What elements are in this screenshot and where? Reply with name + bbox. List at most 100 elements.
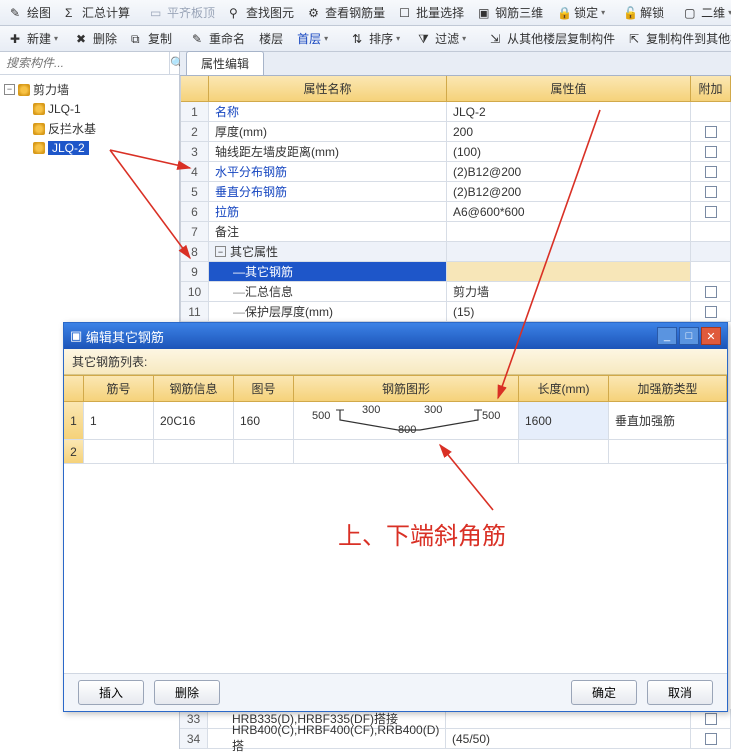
item-icon	[33, 142, 45, 154]
search-input[interactable]	[0, 52, 169, 74]
sort-icon: ⇅	[352, 32, 366, 46]
table-row[interactable]: 1名称JLQ-2	[181, 102, 731, 122]
tb-sumcalc[interactable]: Σ汇总计算	[59, 2, 136, 23]
app-icon: ▣	[70, 328, 82, 344]
tb-flattop[interactable]: ▭平齐板顶	[144, 2, 221, 23]
select-icon: ☐	[399, 6, 413, 20]
search-icon: ⚲	[229, 6, 243, 20]
tb-viewrebar[interactable]: ⚙查看钢筋量	[302, 2, 391, 23]
col-value: 属性值	[447, 76, 691, 101]
checkbox[interactable]	[705, 186, 717, 198]
new-icon: ✚	[10, 32, 24, 46]
close-button[interactable]: ✕	[701, 327, 721, 345]
tree-item-label: JLQ-2	[48, 141, 89, 155]
table-row[interactable]: 9— 其它钢筋	[181, 262, 731, 282]
dialog-grid-row[interactable]: 2	[64, 440, 727, 464]
rebar-shape-cell: 500 300 300 500 800	[294, 402, 519, 439]
tree-item-label: 反拦水基	[48, 120, 96, 137]
tb-copy[interactable]: ⧉复制	[125, 28, 178, 49]
tree-item-selected[interactable]: JLQ-2	[0, 139, 179, 157]
table-row[interactable]: 7备注	[181, 222, 731, 242]
minimize-button[interactable]: _	[657, 327, 677, 345]
checkbox[interactable]	[705, 166, 717, 178]
tree-item[interactable]: JLQ-1	[0, 100, 179, 118]
dialog-title: 编辑其它钢筋	[86, 327, 164, 346]
checkbox[interactable]	[705, 126, 717, 138]
tree-root[interactable]: − 剪力墙	[0, 79, 179, 100]
copy-icon: ⧉	[131, 32, 145, 46]
tb-filter[interactable]: ⧩过滤▾	[412, 28, 476, 49]
table-row[interactable]: 3轴线距左墙皮距离(mm)(100)	[181, 142, 731, 162]
tb-batchsel[interactable]: ☐批量选择	[393, 2, 470, 23]
tabstrip: 属性编辑	[180, 52, 731, 76]
component-tree: − 剪力墙 JLQ-1 反拦水基 JLQ-2	[0, 75, 179, 161]
lock-icon: 🔒	[557, 6, 571, 20]
tb-rebar3d[interactable]: ▣钢筋三维	[472, 2, 549, 23]
copyfrom-icon: ⇲	[490, 32, 504, 46]
tree-item-label: JLQ-1	[48, 102, 81, 116]
delete-icon: ✖	[76, 32, 90, 46]
checkbox[interactable]	[705, 306, 717, 318]
tb-new[interactable]: ✚新建▾	[4, 28, 68, 49]
col-extra: 附加	[691, 76, 731, 101]
table-row[interactable]: 4水平分布钢筋(2)B12@200	[181, 162, 731, 182]
tb-rename[interactable]: ✎重命名	[186, 28, 251, 49]
ok-button[interactable]: 确定	[571, 680, 637, 705]
pencil-icon: ✎	[10, 6, 24, 20]
cancel-button[interactable]: 取消	[647, 680, 713, 705]
filter-icon: ⧩	[418, 32, 432, 46]
checkbox[interactable]	[705, 146, 717, 158]
table-row[interactable]: 8−其它属性	[181, 242, 731, 262]
rebar-icon: ⚙	[308, 6, 322, 20]
tb-draw[interactable]: ✎绘图	[4, 2, 57, 23]
tb-2d[interactable]: ▢二维▾	[678, 2, 731, 23]
table-row[interactable]: 34 HRB400(C),HRBF400(CF),RRB400(D)搭 (45/…	[180, 729, 731, 749]
rename-icon: ✎	[192, 32, 206, 46]
tb-delete[interactable]: ✖删除	[70, 28, 123, 49]
checkbox[interactable]	[705, 733, 717, 745]
property-grid-header: 属性名称 属性值 附加	[181, 76, 731, 102]
copyto-icon: ⇱	[629, 32, 643, 46]
bottom-rows: 33 HRB335(D),HRBF335(DF)搭接 34 HRB400(C),…	[180, 709, 731, 749]
tree-item[interactable]: 反拦水基	[0, 118, 179, 139]
toolbar-top: ✎绘图 Σ汇总计算 ▭平齐板顶 ⚲查找图元 ⚙查看钢筋量 ☐批量选择 ▣钢筋三维…	[0, 0, 731, 26]
flat-icon: ▭	[150, 6, 164, 20]
search-bar: 🔍	[0, 52, 179, 75]
dialog-grid-header: 筋号 钢筋信息 图号 钢筋图形 长度(mm) 加强筋类型	[64, 375, 727, 402]
property-grid: 属性名称 属性值 附加 1名称JLQ-22厚度(mm)2003轴线距左墙皮距离(…	[180, 76, 731, 322]
table-row[interactable]: 11— 保护层厚度(mm)(15)	[181, 302, 731, 322]
maximize-button[interactable]: □	[679, 327, 699, 345]
insert-button[interactable]: 插入	[78, 680, 144, 705]
delete-button[interactable]: 删除	[154, 680, 220, 705]
toolbar-second: ✚新建▾ ✖删除 ⧉复制 ✎重命名 楼层 首层 ▾ ⇅排序▾ ⧩过滤▾ ⇲从其他…	[0, 26, 731, 52]
checkbox[interactable]	[705, 206, 717, 218]
tb-findent[interactable]: ⚲查找图元	[223, 2, 300, 23]
tb-unlock[interactable]: 🔓解锁	[617, 2, 670, 23]
tb-floor-label: 楼层	[253, 28, 289, 49]
col-name: 属性名称	[209, 76, 447, 101]
dialog-footer: 插入 删除 确定 取消	[64, 673, 727, 711]
tb-sort[interactable]: ⇅排序▾	[346, 28, 410, 49]
checkbox[interactable]	[705, 713, 717, 725]
dialog-subtitle: 其它钢筋列表:	[64, 349, 727, 375]
folder-icon	[18, 84, 30, 96]
dialog-grid-row[interactable]: 1 1 20C16 160 500 300 300 500 800 1600 垂	[64, 402, 727, 440]
item-icon	[33, 103, 45, 115]
table-row[interactable]: 5垂直分布钢筋(2)B12@200	[181, 182, 731, 202]
checkbox[interactable]	[705, 286, 717, 298]
table-row[interactable]: 10— 汇总信息剪力墙	[181, 282, 731, 302]
table-row[interactable]: 2厚度(mm)200	[181, 122, 731, 142]
tab-property-edit[interactable]: 属性编辑	[186, 51, 264, 75]
tb-lock[interactable]: 🔒锁定▾	[551, 2, 615, 23]
table-row[interactable]: 6拉筋A6@600*600	[181, 202, 731, 222]
collapse-icon[interactable]: −	[4, 84, 15, 95]
tb-copyfrom[interactable]: ⇲从其他楼层复制构件	[484, 28, 621, 49]
tb-copyto[interactable]: ⇱复制构件到其他楼层	[623, 28, 731, 49]
view2d-icon: ▢	[684, 6, 698, 20]
dialog-titlebar[interactable]: ▣ 编辑其它钢筋 _ □ ✕	[64, 323, 727, 349]
item-icon	[33, 123, 45, 135]
tb-floor-select[interactable]: 首层 ▾	[291, 28, 338, 49]
tree-root-label: 剪力墙	[33, 81, 69, 98]
annotation-text: 上、下端斜角筋	[338, 516, 506, 551]
sigma-icon: Σ	[65, 6, 79, 20]
